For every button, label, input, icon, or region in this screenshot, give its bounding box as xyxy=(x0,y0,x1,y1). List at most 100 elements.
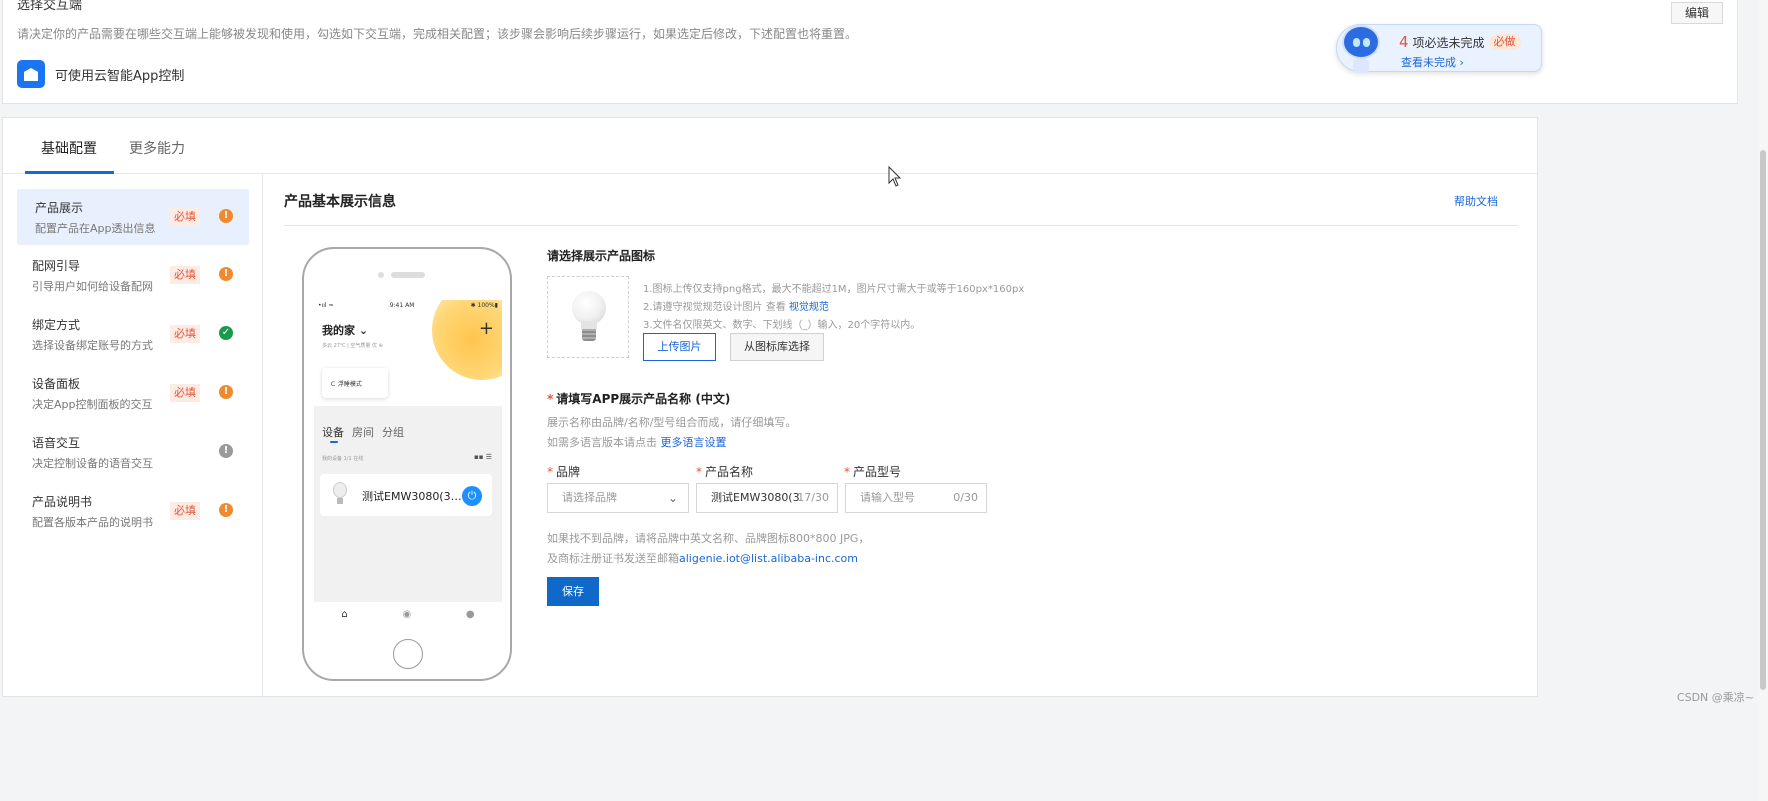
icon-library-button[interactable]: 从图标库选择 xyxy=(730,333,824,361)
phone-camera xyxy=(378,272,384,278)
model-label: * 产品型号 xyxy=(844,465,902,479)
battery-icon: ✱ 100%▮ xyxy=(470,302,498,309)
mouse-cursor-icon xyxy=(888,166,902,187)
content-title: 产品基本展示信息 xyxy=(284,194,396,210)
signal-icon: •ııl ≈ xyxy=(318,302,334,309)
phone-tab-rooms: 房间 xyxy=(352,426,374,439)
phone-tab-indicator xyxy=(330,441,338,443)
warning-icon: ! xyxy=(219,209,233,223)
help-doc-link[interactable]: 帮助文档 xyxy=(1454,193,1498,209)
save-button[interactable]: 保存 xyxy=(547,577,599,606)
model-input[interactable]: 请输入型号 0/30 xyxy=(845,483,987,513)
profile-nav-icon: ● xyxy=(465,609,475,620)
upload-image-button[interactable]: 上传图片 xyxy=(643,333,716,361)
sidebar-item-voice-interaction[interactable]: 语音交互 决定控制设备的语音交互 ! xyxy=(17,424,249,480)
warning-icon: ! xyxy=(219,503,233,517)
divider xyxy=(284,225,1518,226)
sidebar-item-subtitle: 决定控制设备的语音交互 xyxy=(32,457,153,470)
grid-view-icon: ▪▪ ☰ xyxy=(474,453,492,461)
watermark: CSDN @乘凉~ xyxy=(1676,691,1754,704)
app-name-label-text: 请填写APP展示产品名称 (中文) xyxy=(556,392,731,406)
product-name-label-text: 产品名称 xyxy=(705,465,754,479)
brand-email-link[interactable]: aligenie.iot@list.alibaba-inc.com xyxy=(679,552,858,565)
required-badge: 必填 xyxy=(170,266,200,284)
page: 选择交互端 编辑 请决定你的产品需要在哪些交互端上能够被发现和使用，勾选如下交互… xyxy=(0,0,1768,801)
product-name-counter: 17/30 xyxy=(797,491,829,504)
model-counter: 0/30 xyxy=(953,491,978,504)
required-badge: 必填 xyxy=(170,208,200,226)
visual-spec-link[interactable]: 视觉规范 xyxy=(789,302,829,313)
sidebar-item-title: 产品说明书 xyxy=(32,495,93,509)
required-badge: 必填 xyxy=(170,384,200,402)
product-name-value: 测试EMW3080(3 xyxy=(711,491,800,504)
sidebar-item-subtitle: 配置各版本产品的说明书 xyxy=(32,516,153,529)
tip-text: 项必选未完成 xyxy=(1412,35,1485,50)
icon-hint-2: 2.请遵守视觉规范设计图片 查看 视觉规范 xyxy=(643,298,829,313)
edit-button[interactable]: 编辑 xyxy=(1671,2,1723,24)
scrollbar-thumb[interactable] xyxy=(1760,150,1766,690)
more-language-link[interactable]: 更多语言设置 xyxy=(661,436,727,449)
config-card: 基础配置 更多能力 产品展示 配置产品在App透出信息 必填 ! 配网引导 引导… xyxy=(2,117,1538,697)
language-prefix: 如需多语言版本请点击 xyxy=(547,436,661,449)
brand-note-2-text: 及商标注册证书发送至邮箱 xyxy=(547,552,679,565)
bulb-icon xyxy=(332,482,348,506)
section-title: 选择交互端 xyxy=(17,0,83,13)
home-nav-icon: ⌂ xyxy=(341,609,348,620)
phone-bottom-nav: ⌂ ◉ ● xyxy=(314,602,502,627)
brand-select[interactable]: 请选择品牌 ⌄ xyxy=(547,483,689,513)
model-label-text: 产品型号 xyxy=(853,465,902,479)
phone-speaker xyxy=(391,272,425,278)
info-icon: ! xyxy=(219,444,233,458)
home-name: 我的家 ⌄ xyxy=(322,324,369,337)
sidebar-item-device-panel[interactable]: 设备面板 决定App控制面板的交互 必填 ! xyxy=(17,365,249,421)
phone-tab-devices: 设备 xyxy=(322,426,344,439)
sidebar-item-binding-method[interactable]: 绑定方式 选择设备绑定账号的方式 必填 ✓ xyxy=(17,306,249,362)
sidebar-item-subtitle: 选择设备绑定账号的方式 xyxy=(32,339,153,352)
incomplete-tip[interactable]: 4 项必选未完成 必做 查看未完成 › xyxy=(1336,23,1542,75)
sidebar-item-title: 产品展示 xyxy=(35,201,84,215)
app-control-option[interactable]: 可使用云智能App控制 xyxy=(17,60,184,88)
app-name-description: 展示名称由品牌/名称/型号组合而成，请仔细填写。 xyxy=(547,416,797,429)
chevron-down-icon: ⌄ xyxy=(667,491,678,505)
incomplete-count: 4 xyxy=(1399,33,1409,51)
check-icon: ✓ xyxy=(219,326,233,340)
brand-note-2: 及商标注册证书发送至邮箱aligenie.iot@list.alibaba-in… xyxy=(547,550,858,566)
sidebar-item-manual[interactable]: 产品说明书 配置各版本产品的说明书 必填 ! xyxy=(17,483,249,539)
sidebar-item-title: 配网引导 xyxy=(32,259,81,273)
robot-mascot-icon xyxy=(1339,23,1383,75)
phone-time: 9:41 AM xyxy=(389,302,415,309)
tab-more-abilities[interactable]: 更多能力 xyxy=(129,138,185,158)
tab-bar: 基础配置 更多能力 xyxy=(3,118,1537,174)
icon-preview[interactable] xyxy=(547,276,629,358)
device-count: 我的设备 1/1 在线 xyxy=(322,456,364,462)
brand-label: * 品牌 xyxy=(547,465,581,479)
language-setting-row: 如需多语言版本请点击 更多语言设置 xyxy=(547,434,727,450)
required-badge: 必填 xyxy=(170,502,200,520)
content-panel: 产品基本展示信息 帮助文档 •ııl ≈ 9:41 AM ✱ 100%▮ 我的家 xyxy=(284,174,1518,681)
view-incomplete-link[interactable]: 查看未完成 › xyxy=(1401,54,1464,70)
home-weather-info: 多云 27℃ | 空气质量 优 ⊕ xyxy=(322,343,383,349)
model-placeholder: 请输入型号 xyxy=(860,491,915,504)
smart-nav-icon: ◉ xyxy=(402,609,412,620)
app-name-label: * 请填写APP展示产品名称 (中文) xyxy=(547,392,731,406)
scrollbar[interactable] xyxy=(1758,0,1768,801)
product-name-input[interactable]: 测试EMW3080(3 17/30 xyxy=(696,483,838,513)
warning-icon: ! xyxy=(219,267,233,281)
icon-label: 请选择展示产品图标 xyxy=(547,249,656,263)
sidebar-item-title: 语音交互 xyxy=(32,436,81,450)
sidebar-item-network-guide[interactable]: 配网引导 引导用户如何给设备配网 必填 ! xyxy=(17,247,249,303)
icon-hint-2-text: 2.请遵守视觉规范设计图片 查看 xyxy=(643,302,789,313)
sidebar-item-title: 绑定方式 xyxy=(32,318,81,332)
tip-summary: 4 项必选未完成 必做 xyxy=(1399,33,1521,51)
sidebar-item-title: 设备面板 xyxy=(32,377,81,391)
phone-home-button xyxy=(393,639,423,669)
sidebar-item-product-display[interactable]: 产品展示 配置产品在App透出信息 必填 ! xyxy=(17,189,249,245)
device-name: 测试EMW3080(31... xyxy=(362,490,464,503)
phone-tab-groups: 分组 xyxy=(382,426,404,439)
bulb-icon xyxy=(572,291,606,345)
tab-basic-config[interactable]: 基础配置 xyxy=(41,138,97,158)
sidebar-item-subtitle: 配置产品在App透出信息 xyxy=(35,222,156,235)
sidebar-item-subtitle: 引导用户如何给设备配网 xyxy=(32,280,153,293)
device-card: 测试EMW3080(31... ⏻ xyxy=(320,474,492,516)
screen-header: •ııl ≈ 9:41 AM ✱ 100%▮ 我的家 ⌄ 多云 27℃ | 空气… xyxy=(314,300,502,406)
